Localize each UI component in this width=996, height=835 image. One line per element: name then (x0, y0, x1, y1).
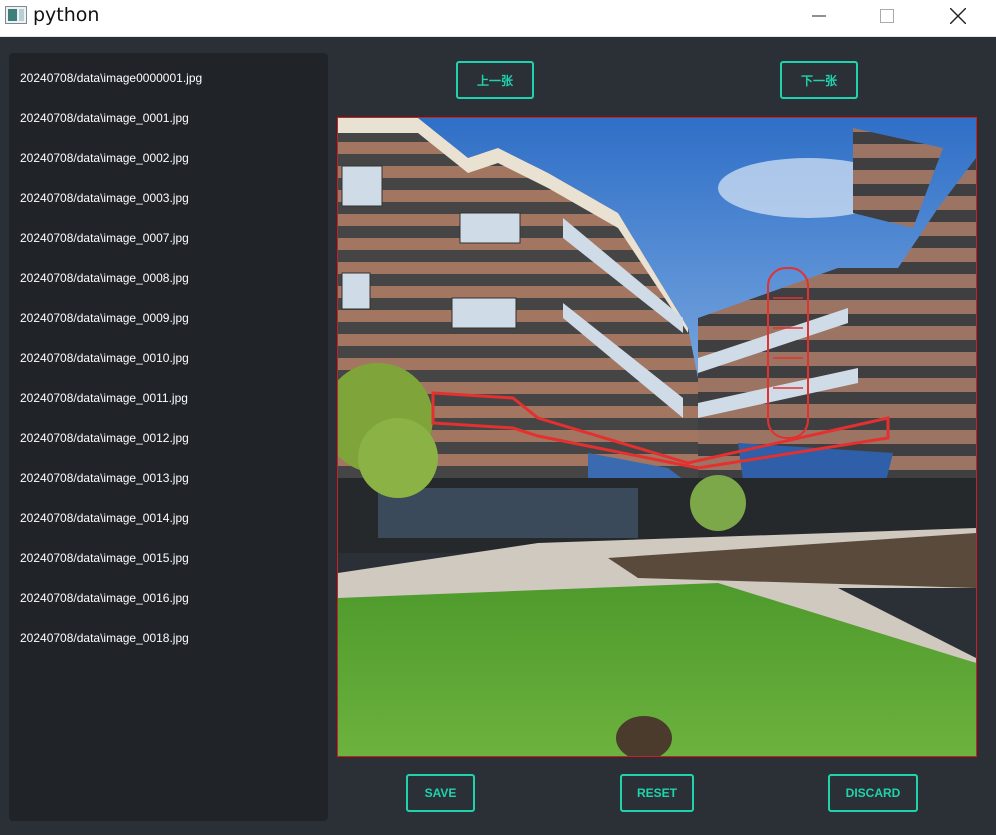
list-item[interactable]: 20240708/data\image_0014.jpg (20, 511, 189, 525)
list-item[interactable]: 20240708/data\image_0007.jpg (20, 231, 189, 245)
window-title: python (33, 4, 100, 26)
list-item[interactable]: 20240708/data\image_0016.jpg (20, 591, 189, 605)
list-item[interactable]: 20240708/data\image_0013.jpg (20, 471, 189, 485)
image-canvas[interactable] (337, 117, 977, 757)
maximize-button[interactable] (864, 0, 910, 32)
list-item[interactable]: 20240708/data\image_0015.jpg (20, 551, 189, 565)
list-item[interactable]: 20240708/data\image_0002.jpg (20, 151, 189, 165)
list-item[interactable]: 20240708/data\image_0012.jpg (20, 431, 189, 445)
list-item[interactable]: 20240708/data\image_0003.jpg (20, 191, 189, 205)
reset-button[interactable]: RESET (620, 774, 694, 812)
list-item[interactable]: 20240708/data\image_0011.jpg (20, 391, 188, 405)
app-icon (5, 6, 27, 24)
file-list[interactable]: 20240708/data\image0000001.jpg 20240708/… (9, 53, 328, 821)
title-bar: python (0, 0, 996, 37)
list-item[interactable]: 20240708/data\image_0010.jpg (20, 351, 189, 365)
save-button[interactable]: SAVE (406, 774, 475, 812)
list-item[interactable]: 20240708/data\image0000001.jpg (20, 71, 202, 85)
list-item[interactable]: 20240708/data\image_0001.jpg (20, 111, 189, 125)
maximize-icon (880, 9, 894, 23)
list-item[interactable]: 20240708/data\image_0009.jpg (20, 311, 189, 325)
next-image-button[interactable]: 下一张 (780, 61, 858, 99)
building-photo (338, 118, 976, 756)
list-item[interactable]: 20240708/data\image_0018.jpg (20, 631, 189, 645)
discard-button[interactable]: DISCARD (828, 774, 918, 812)
close-icon (950, 8, 966, 24)
list-item[interactable]: 20240708/data\image_0008.jpg (20, 271, 189, 285)
minimize-button[interactable] (796, 0, 842, 32)
minimize-icon (812, 15, 826, 17)
prev-image-button[interactable]: 上一张 (456, 61, 534, 99)
close-button[interactable] (935, 0, 981, 32)
